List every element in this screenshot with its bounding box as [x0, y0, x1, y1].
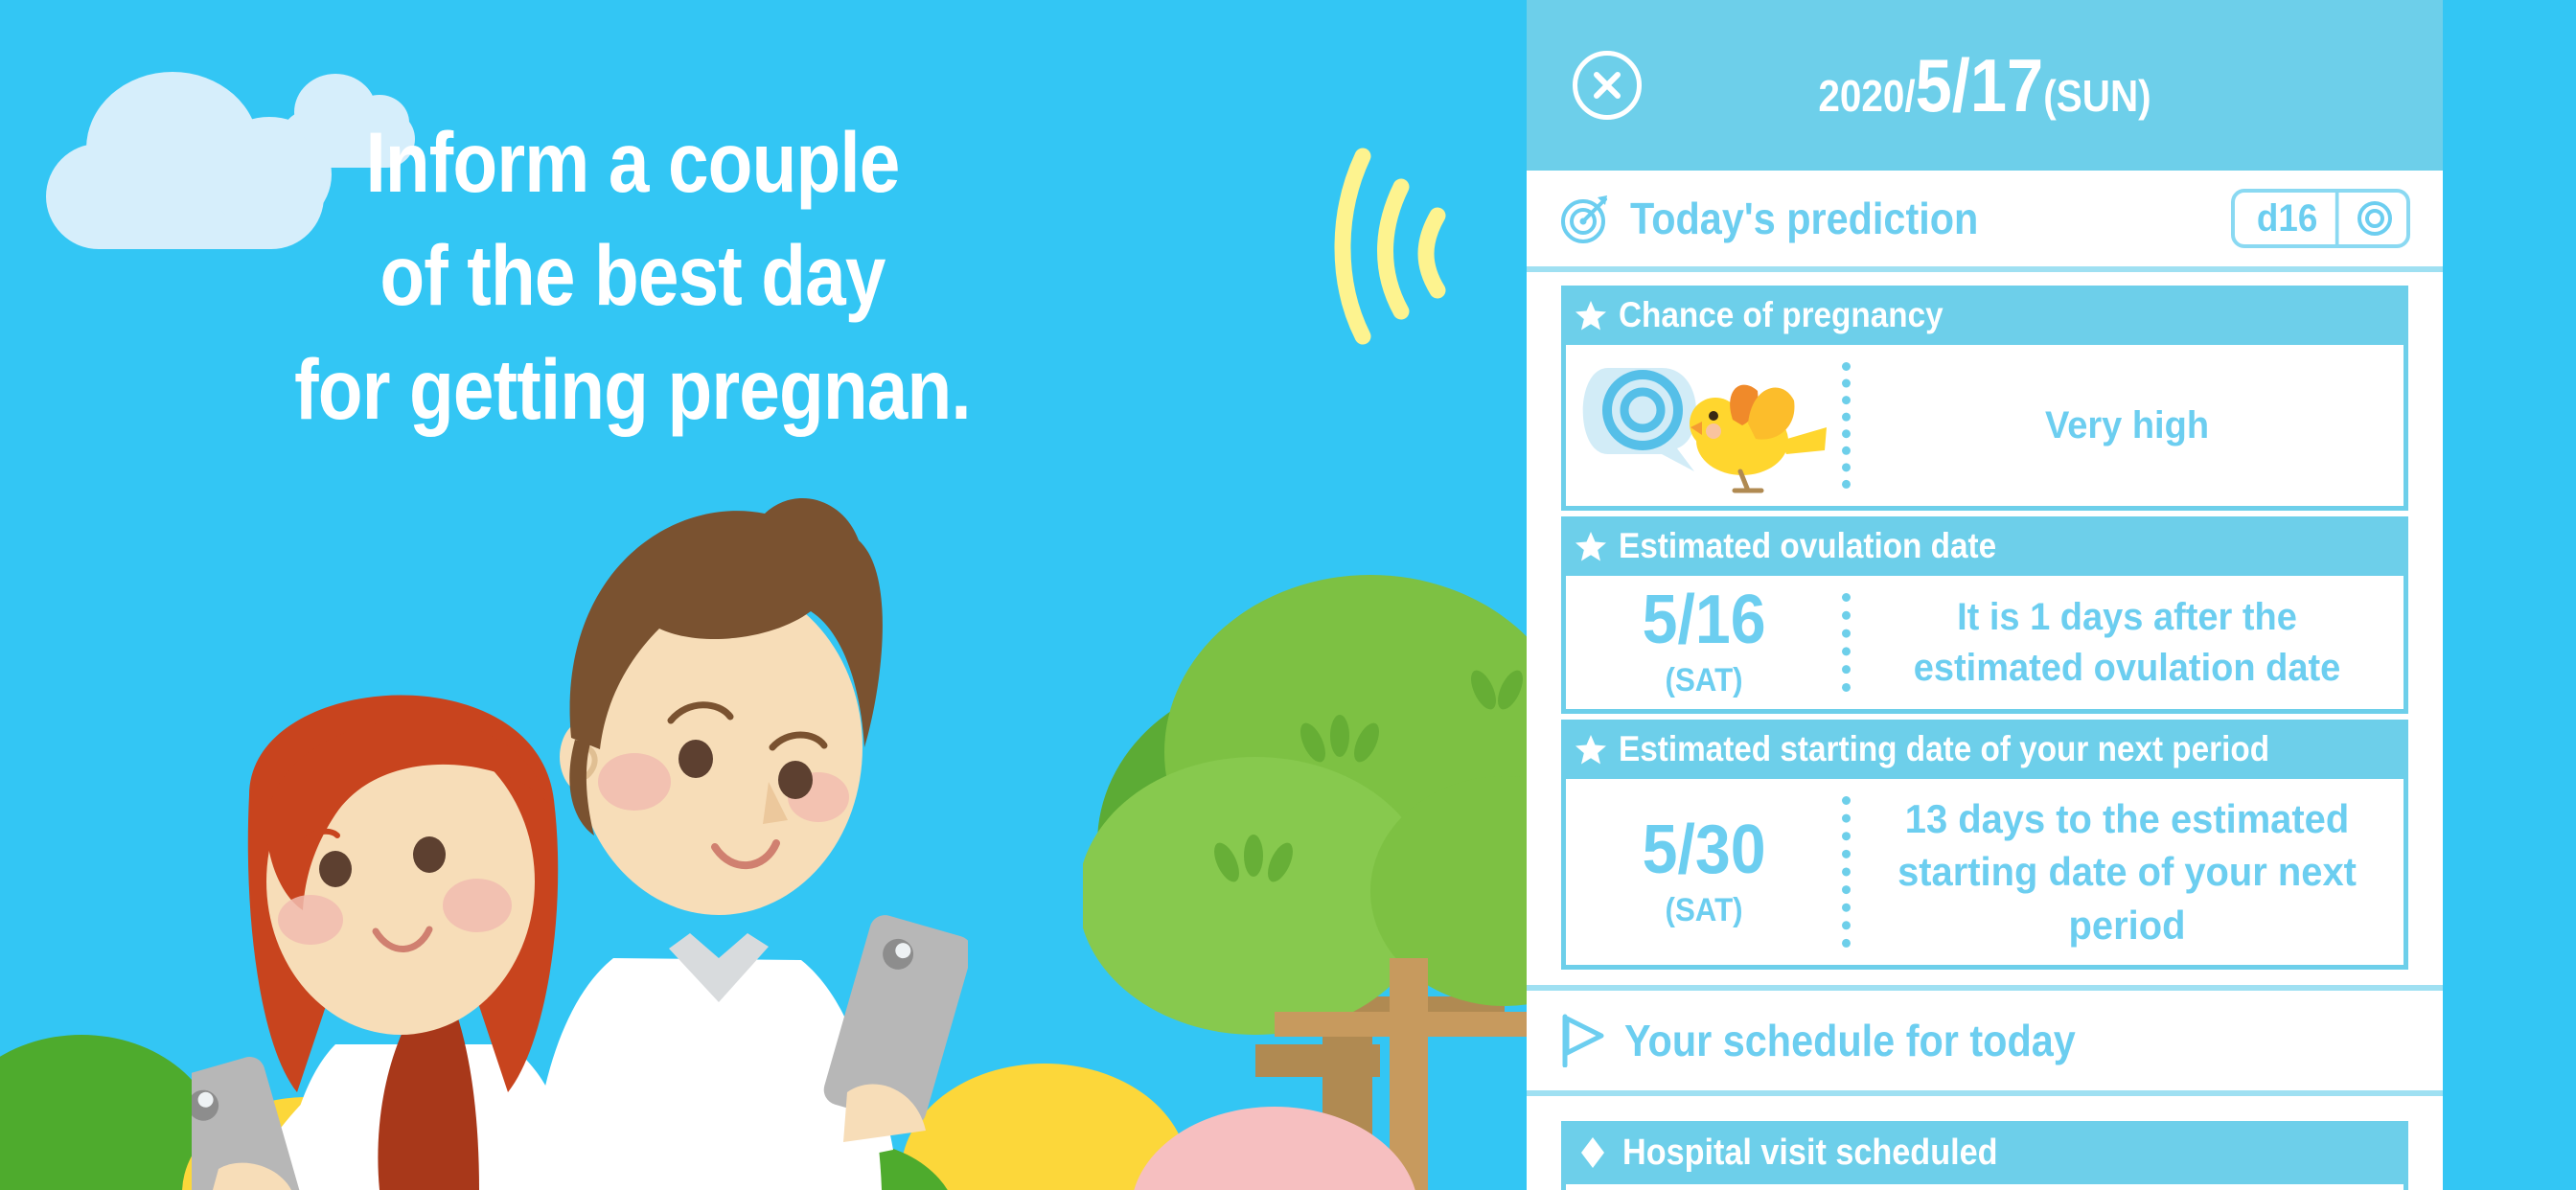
row-dow: (SAT)	[1665, 662, 1743, 698]
row-header-label: Chance of pregnancy	[1619, 295, 1944, 334]
header-dow: (SUN)	[2043, 70, 2151, 121]
row-value: Very high	[2044, 403, 2210, 446]
headline-line-2: of the best day	[380, 227, 886, 324]
row-dow: (SAT)	[1665, 891, 1743, 928]
promo-headline: Inform a couple of the best day for gett…	[88, 105, 1176, 446]
prediction-section-header: Today's prediction d16	[1527, 171, 2443, 272]
table-row[interactable]: Very high	[1561, 345, 2408, 511]
prediction-title: Today's prediction	[1630, 194, 1979, 243]
star-icon	[1575, 530, 1607, 562]
prediction-rows: Chance of pregnancy Very high Estimated …	[1527, 272, 2443, 985]
row-header-label: Estimated ovulation date	[1619, 526, 1997, 565]
flag-icon	[1559, 1014, 1607, 1068]
schedule-item-label: Hospital visit scheduled	[1622, 1132, 1998, 1173]
row-header-label: Estimated starting date of your next per…	[1619, 729, 2270, 768]
header-day: 5/17	[1915, 42, 2044, 127]
promo-panel: Inform a couple of the best day for gett…	[0, 0, 1527, 1190]
double-circle-icon	[2343, 193, 2406, 244]
app-store-screenshot: Inform a couple of the best day for gett…	[0, 0, 2576, 1190]
man-illustration	[531, 498, 968, 1190]
row-header-chance: Chance of pregnancy	[1561, 286, 2408, 345]
app-header: 2020/5/17(SUN)	[1527, 0, 2443, 171]
star-icon	[1575, 299, 1607, 332]
row-header-next-period: Estimated starting date of your next per…	[1561, 720, 2408, 779]
row-divider	[1842, 796, 1851, 949]
star-icon	[1575, 733, 1607, 766]
target-icon	[1559, 192, 1613, 245]
row-divider	[1842, 593, 1851, 692]
header-year: 2020/	[1818, 70, 1916, 121]
cycle-day-value: d16	[2240, 193, 2339, 244]
signal-waves-icon	[1334, 139, 1466, 350]
row-value: It is 1 days after the estimated ovulati…	[1913, 595, 2341, 689]
row-date: 5/30	[1642, 811, 1766, 888]
bird-with-speech-bubble-icon	[1566, 345, 1842, 506]
schedule-item-header: Hospital visit scheduled	[1561, 1121, 2408, 1185]
schedule-section-header: Your schedule for today	[1527, 991, 2443, 1097]
cycle-day-badge[interactable]: d16	[2231, 189, 2410, 248]
schedule-items: Hospital visit scheduled	[1527, 1096, 2443, 1190]
schedule-title: Your schedule for today	[1624, 1016, 2076, 1066]
table-row[interactable]: 5/30 (SAT) 13 days to the estimated star…	[1561, 779, 2408, 971]
row-date: 5/16	[1642, 582, 1766, 658]
schedule-item-card[interactable]	[1561, 1184, 2408, 1190]
table-row[interactable]: 5/16 (SAT) It is 1 days after the estima…	[1561, 576, 2408, 714]
row-date-cell: 5/16 (SAT)	[1566, 576, 1842, 709]
header-date: 2020/5/17(SUN)	[1581, 42, 2387, 129]
row-divider	[1842, 362, 1851, 489]
row-date-cell: 5/30 (SAT)	[1566, 779, 1842, 965]
row-header-ovulation: Estimated ovulation date	[1561, 516, 2408, 576]
row-value: 13 days to the estimated starting date o…	[1898, 796, 2357, 948]
headline-line-1: Inform a couple	[365, 114, 901, 210]
headline-line-3: for getting pregnan.	[294, 340, 972, 437]
diamond-icon	[1576, 1136, 1609, 1169]
app-screen-panel: 2020/5/17(SUN) Today's prediction d16 Ch…	[1527, 0, 2443, 1190]
